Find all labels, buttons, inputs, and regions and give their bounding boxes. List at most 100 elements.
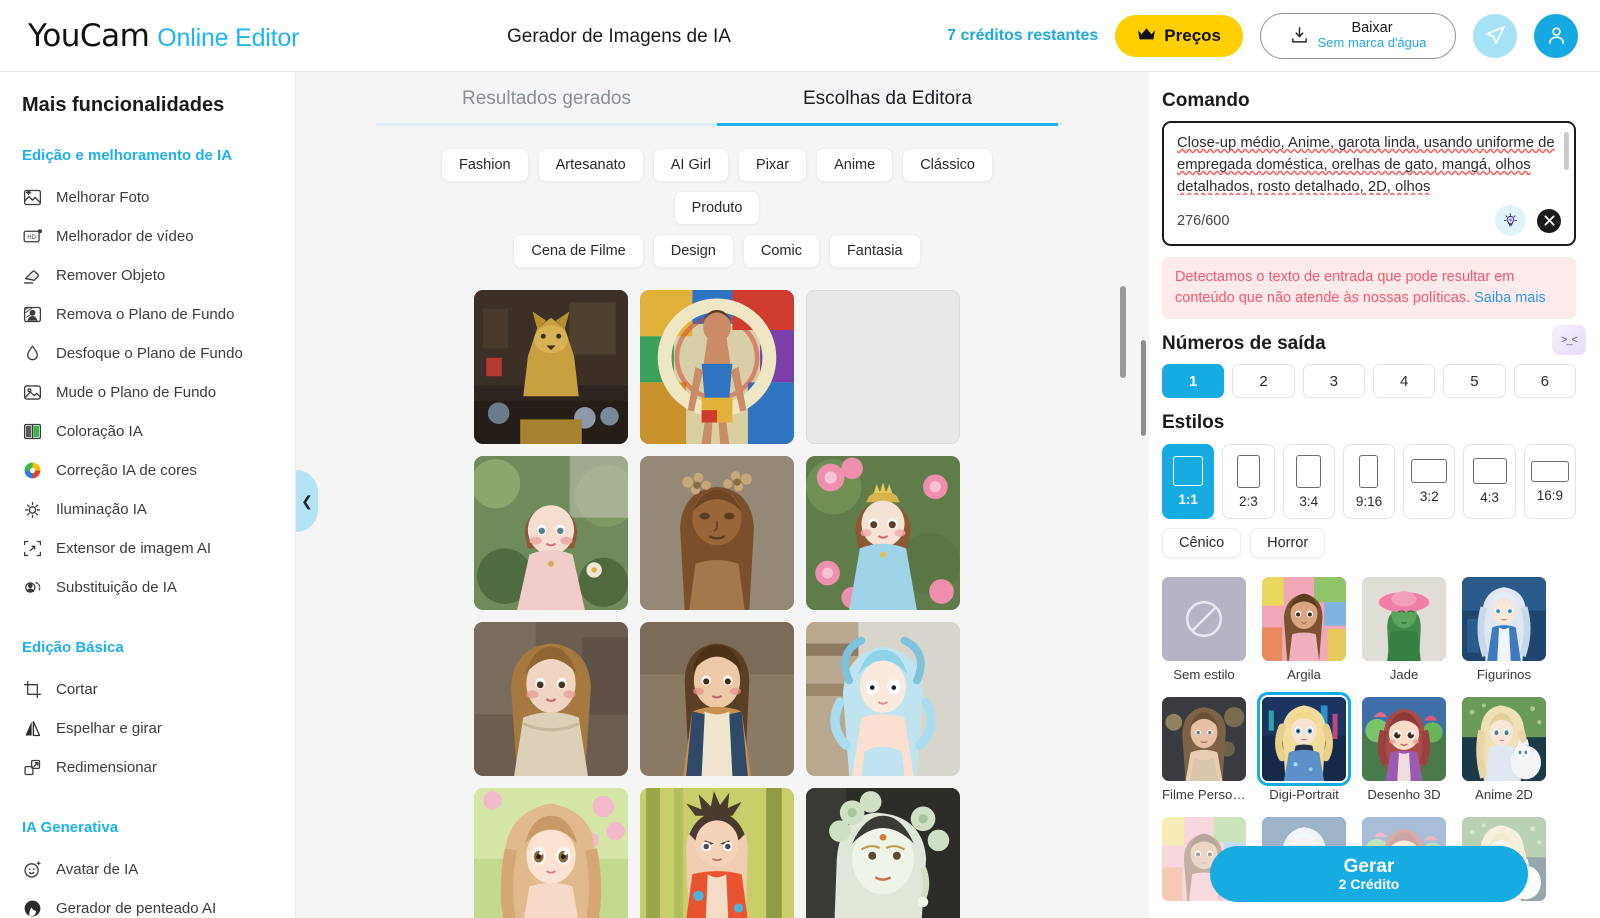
gallery-item-jade-lady-statue[interactable] [806,788,960,918]
category-chip-ai-girl[interactable]: AI Girl [652,148,730,182]
hairstyle-icon [22,898,43,918]
output-count-4[interactable]: 4 [1372,364,1436,399]
gallery-item-anime-boy-bamboo[interactable] [640,788,794,918]
download-button[interactable]: Baixar Sem marca d'água [1260,12,1456,59]
prompt-input-box[interactable]: Close-up médio, Anime, garota linda, usa… [1162,121,1576,246]
logo-primary-text: YouCam [28,17,150,54]
style-option-label: Desenho 3D [1367,787,1441,803]
output-count-2[interactable]: 2 [1232,364,1295,399]
style-option-sem-estilo[interactable]: Sem estilo [1162,577,1246,682]
style-option-figurinos[interactable]: Figurinos [1462,577,1546,682]
category-chip-cena-de-filme[interactable]: Cena de Filme [513,234,644,268]
tab-editor-picks[interactable]: Escolhas da Editora [717,88,1058,126]
sidebar-item-mude-o-plano-de-fundo[interactable]: Mude o Plano de Fundo [0,373,295,412]
category-chip-cl-ssico[interactable]: Clássico [902,148,993,182]
aspect-ratio-label: 1:1 [1178,492,1198,508]
pricing-button[interactable]: Preços [1115,14,1243,57]
sidebar-item-label: Cortar [56,681,98,698]
style-option-digi-portrait[interactable]: Digi-Portrait [1257,692,1351,802]
clear-prompt-button[interactable] [1537,208,1561,233]
prompt-scrollbar[interactable] [1564,132,1569,170]
sidebar-item-desfoque-o-plano-de-fundo[interactable]: Desfoque o Plano de Fundo [0,334,295,373]
prompt-char-counter: 276/600 [1177,212,1230,229]
film-persona-thumb [1162,697,1246,782]
gallery-item-felt-doll-portrait[interactable] [474,622,628,776]
tab-generated-results[interactable]: Resultados gerados [376,88,717,126]
output-count-5[interactable]: 5 [1443,364,1506,399]
gallery-item-empty-placeholder[interactable] [806,290,960,444]
sidebar-group-label: Edição Básica [22,639,124,656]
output-count-6[interactable]: 6 [1513,364,1576,399]
category-chips-row-2: Cena de Filme Design Comic Fantasia [296,225,1138,268]
gallery-item-porcelain-doll-garden[interactable] [474,456,628,610]
sidebar-item-remova-o-plano-de-fundo[interactable]: Remova o Plano de Fundo [0,295,295,334]
gallery-item-princess-doll-blossom[interactable] [806,456,960,610]
aspect-ratio-9-16[interactable]: 9:16 [1342,444,1396,520]
style-thumbnails-grid: Sem estilo Argila Jade Figurinos Filme Perso… [1162,577,1576,802]
aspect-ratio-3-4[interactable]: 3:4 [1282,444,1335,520]
category-chip-produto[interactable]: Produto [673,191,761,225]
sidebar-item-corre-o-ia-de-cores[interactable]: Correção IA de cores [0,451,295,490]
user-avatar-icon[interactable] [1534,13,1578,58]
category-chip-anime[interactable]: Anime [816,148,894,182]
style-option-label: Sem estilo [1173,667,1235,683]
style-option-argila[interactable]: Argila [1262,577,1346,682]
category-chip-pixar[interactable]: Pixar [738,148,808,182]
sidebar-item-extensor-de-imagem-ai[interactable]: Extensor de imagem AI [0,529,295,568]
sidebar-item-label: Espelhar e girar [56,720,162,737]
gallery-item-felt-boy-portrait[interactable] [640,622,794,776]
aspect-ratio-2-3[interactable]: 2:3 [1222,444,1275,520]
output-count-1[interactable]: 1 [1162,364,1225,399]
style-option-jade[interactable]: Jade [1362,577,1446,682]
sidebar-item-avatar-de-ia[interactable]: Avatar de IA [0,850,295,889]
prompt-input[interactable]: Close-up médio, Anime, garota linda, usa… [1177,133,1561,195]
chevron-left-icon: ❮ [301,492,313,509]
category-chips-row-1: Fashion Artesanato AI Girl Pixar Anime Clássi… [296,126,1138,225]
sidebar-item-label: Remova o Plano de Fundo [56,306,235,323]
remove-background-icon [22,304,43,325]
sidebar-item-colora-o-ia[interactable]: Coloração IA [0,412,295,451]
style-option-filme-persona[interactable]: Filme Persona [1162,697,1246,802]
sidebar-item-redimensionar[interactable]: Redimensionar [0,748,295,787]
colorize-icon [22,421,43,442]
app-logo[interactable]: YouCam Online Editor [28,18,299,54]
generate-button[interactable]: Gerar 2 Crédito [1210,846,1528,902]
style-tag-c-nico[interactable]: Cênico [1162,528,1242,559]
send-icon[interactable] [1473,13,1517,58]
crown-icon [1137,27,1156,44]
cartoon-3d-thumb [1362,697,1446,782]
aspect-ratio-shape-icon [1296,454,1322,488]
category-chip-comic[interactable]: Comic [742,234,820,268]
gallery-item-olympic-athlete-mosaic[interactable] [640,290,794,444]
sidebar-item-espelhar-e-girar[interactable]: Espelhar e girar [0,709,295,748]
sidebar-item-substitui-o-de-ia[interactable]: Substituição de IA [0,568,295,607]
sidebar-item-cortar[interactable]: Cortar [0,670,295,709]
aspect-ratio-4-3[interactable]: 4:3 [1463,444,1516,520]
sidebar-item-ilumina-o-ia[interactable]: Iluminação IA [0,490,295,529]
aspect-ratio-16-9[interactable]: 16:9 [1523,444,1576,520]
sidebar-item-melhorador-de-v-deo[interactable]: HD Melhorador de vídeo [0,217,295,256]
expand-panel-badge[interactable]: >_< [1552,325,1586,356]
sidebar-item-remover-objeto[interactable]: Remover Objeto [0,256,295,295]
gallery-item-bronze-flower-goddess[interactable] [640,456,794,610]
category-chip-artesanato[interactable]: Artesanato [537,148,644,182]
lightbulb-idea-icon[interactable] [1495,205,1526,236]
style-tag-horror[interactable]: Horror [1250,528,1326,559]
output-count-3[interactable]: 3 [1302,364,1365,399]
gallery-scrollbar[interactable] [1120,286,1126,378]
gallery-item-blue-hair-figurine[interactable] [806,622,960,776]
pricing-label: Preços [1164,25,1221,45]
aspect-ratio-1-1[interactable]: 1:1 [1162,444,1215,520]
sidebar-group-label: Edição e melhoramento de IA [22,147,233,164]
category-chip-fashion[interactable]: Fashion [441,148,529,182]
sidebar-item-melhorar-foto[interactable]: Melhorar Foto [0,178,295,217]
policy-learn-more-link[interactable]: Saiba mais [1474,290,1546,306]
sidebar-item-gerador-de-penteado-ai[interactable]: Gerador de penteado AI [0,889,295,918]
aspect-ratio-3-2[interactable]: 3:2 [1403,444,1456,520]
style-option-anime-2d[interactable]: Anime 2D [1462,697,1546,802]
gallery-item-golden-dog-statue[interactable] [474,290,628,444]
style-option-desenho-3d[interactable]: Desenho 3D [1362,697,1446,802]
category-chip-fantasia[interactable]: Fantasia [828,234,921,268]
category-chip-design[interactable]: Design [652,234,734,268]
gallery-item-anime-girl-blossom[interactable] [474,788,628,918]
